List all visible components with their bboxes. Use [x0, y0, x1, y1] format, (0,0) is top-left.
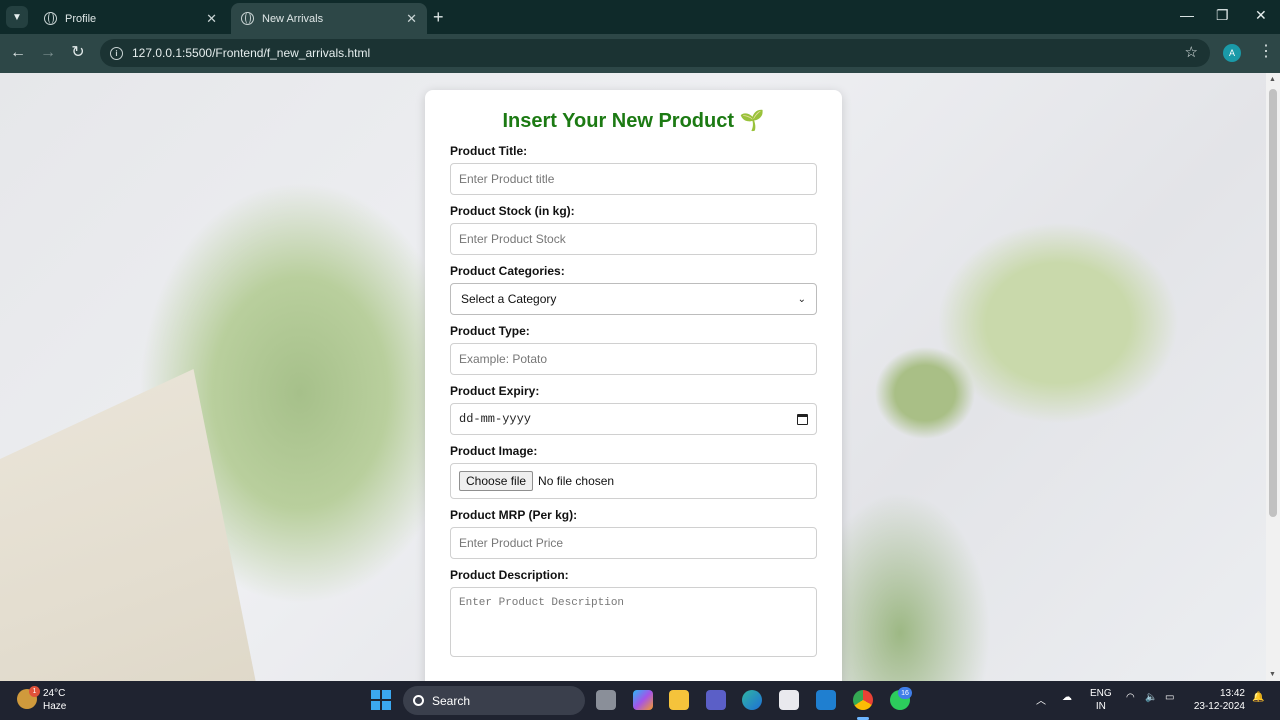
windows-taskbar: 1 24°C Haze Search ︿ ☁ ENG IN ◠ 🔈 ▭ 13:4…	[0, 681, 1280, 720]
onedrive-icon[interactable]: ☁	[1062, 692, 1072, 703]
product-image-file-input: Choose file No file chosen	[450, 463, 817, 499]
new-tab-icon[interactable]: +	[433, 7, 444, 27]
task-view-icon[interactable]	[596, 690, 616, 710]
product-description-textarea[interactable]: Enter Product Description	[450, 587, 817, 657]
language-indicator[interactable]: ENG IN	[1090, 687, 1112, 713]
product-description-label: Product Description:	[450, 568, 569, 582]
globe-icon	[44, 12, 57, 25]
weather-temp[interactable]: 24°C	[43, 688, 65, 699]
tab-search-icon[interactable]: ▼	[6, 6, 28, 28]
search-icon	[413, 695, 424, 706]
star-icon[interactable]: ☆	[1185, 43, 1198, 61]
file-explorer-icon[interactable]	[669, 690, 689, 710]
scroll-up-icon[interactable]: ▲	[1269, 76, 1276, 83]
tab-new-arrivals[interactable]: New Arrivals ✕	[231, 3, 427, 34]
weather-badge: 1	[29, 686, 40, 697]
clock-date: 23-12-2024	[1193, 701, 1245, 712]
profile-avatar[interactable]: A	[1223, 44, 1241, 62]
close-icon[interactable]: ✕	[406, 11, 417, 27]
maximize-icon[interactable]: ❐	[1216, 7, 1229, 24]
notification-bell-icon[interactable]: 🔔	[1252, 692, 1264, 703]
chevron-up-icon[interactable]: ︿	[1036, 692, 1046, 707]
form-title: Insert Your New Product 🌱	[502, 110, 765, 132]
product-expiry-label: Product Expiry:	[450, 384, 540, 398]
copilot-icon[interactable]	[633, 690, 653, 710]
product-expiry-date-input[interactable]: dd-mm-yyyy	[450, 403, 817, 435]
tab-strip: ▼ Profile ✕ New Arrivals ✕ + — ❐ ✕	[0, 0, 1280, 34]
battery-icon[interactable]: ▭	[1165, 692, 1174, 703]
chevron-down-icon: ⌄	[797, 293, 806, 305]
clock-time: 13:42	[1219, 688, 1245, 699]
url-text: 127.0.0.1:5500/Frontend/f_new_arrivals.h…	[132, 46, 371, 60]
chrome-icon[interactable]	[853, 690, 873, 710]
volume-icon[interactable]: 🔈	[1145, 692, 1157, 703]
product-image-label: Product Image:	[450, 444, 538, 458]
file-status: No file chosen	[538, 474, 615, 488]
browser-toolbar: ← → ↻ i 127.0.0.1:5500/Frontend/f_new_ar…	[0, 34, 1280, 73]
forward-icon[interactable]: →	[38, 43, 58, 63]
globe-icon	[241, 12, 254, 25]
tab-title: New Arrivals	[262, 12, 324, 25]
taskbar-clock[interactable]: 13:42 23-12-2024	[1190, 687, 1245, 713]
product-stock-input[interactable]: Enter Product Stock	[450, 223, 817, 255]
calendar-icon[interactable]	[797, 413, 808, 425]
scrollbar-thumb[interactable]	[1269, 89, 1277, 517]
windows-start-icon[interactable]	[371, 690, 391, 710]
vscode-icon[interactable]	[816, 690, 836, 710]
store-icon[interactable]	[779, 690, 799, 710]
product-type-label: Product Type:	[450, 324, 530, 338]
choose-file-button[interactable]: Choose file	[459, 471, 534, 491]
tab-profile[interactable]: Profile ✕	[34, 3, 227, 34]
reload-icon[interactable]: ↻	[68, 43, 88, 63]
window-close-icon[interactable]: ✕	[1255, 7, 1267, 24]
language-line1: ENG	[1090, 688, 1112, 699]
minimize-icon[interactable]: —	[1180, 7, 1194, 23]
wifi-icon[interactable]: ◠	[1126, 692, 1135, 703]
site-info-icon[interactable]: i	[110, 46, 123, 60]
product-title-label: Product Title:	[450, 144, 528, 158]
product-stock-label: Product Stock (in kg):	[450, 204, 575, 218]
teams-icon[interactable]	[706, 690, 726, 710]
tab-title: Profile	[65, 12, 97, 25]
date-placeholder: dd-mm-yyyy	[459, 412, 532, 426]
weather-desc[interactable]: Haze	[43, 701, 66, 712]
back-icon[interactable]: ←	[8, 43, 28, 63]
edge-icon[interactable]	[742, 690, 762, 710]
product-categories-select[interactable]: Select a Category ⌄	[450, 283, 817, 315]
language-line2: IN	[1095, 701, 1106, 712]
product-mrp-input[interactable]: Enter Product Price	[450, 527, 817, 559]
product-title-input[interactable]: Enter Product title	[450, 163, 817, 195]
product-categories-label: Product Categories:	[450, 264, 565, 278]
search-label: Search	[432, 693, 471, 708]
product-type-input[interactable]: Example: Potato	[450, 343, 817, 375]
background-bag-image	[0, 369, 258, 681]
select-value: Select a Category	[461, 292, 557, 306]
kebab-menu-icon[interactable]: ⋮	[1258, 43, 1274, 61]
close-icon[interactable]: ✕	[206, 11, 217, 27]
new-product-form: Insert Your New Product 🌱 Product Title:…	[425, 90, 842, 690]
page-scrollbar[interactable]: ▲ ▼	[1266, 73, 1280, 681]
product-mrp-label: Product MRP (Per kg):	[450, 508, 578, 522]
taskbar-search[interactable]: Search	[403, 686, 585, 715]
address-bar[interactable]: i 127.0.0.1:5500/Frontend/f_new_arrivals…	[100, 39, 1210, 67]
whatsapp-badge: 16	[898, 687, 912, 699]
scroll-down-icon[interactable]: ▼	[1269, 671, 1276, 678]
